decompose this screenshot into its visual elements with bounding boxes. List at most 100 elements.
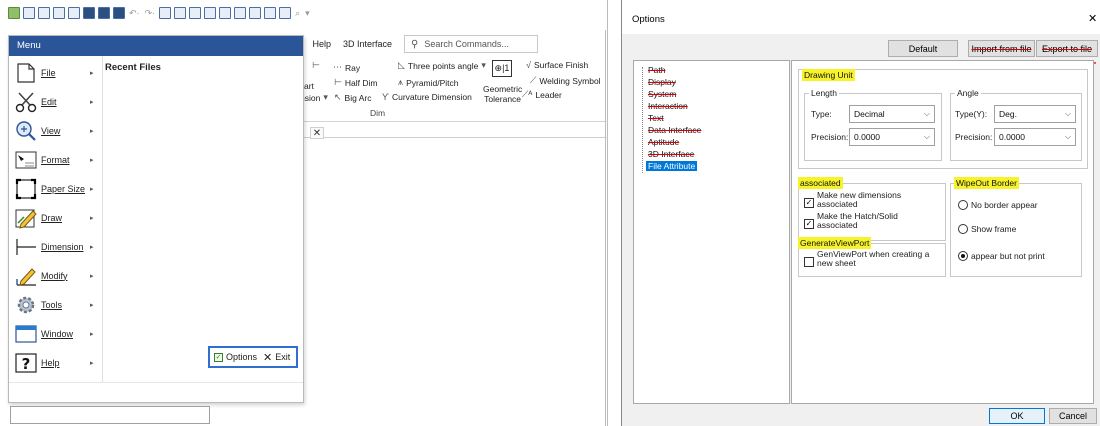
search-placeholder: Search Commands... bbox=[424, 39, 509, 49]
menu-item-tools[interactable]: Tools ▸ bbox=[9, 290, 103, 319]
paste-icon[interactable] bbox=[234, 7, 247, 19]
chevron-down-icon: ⌵ bbox=[923, 132, 930, 141]
tree-item-display[interactable]: Display bbox=[648, 77, 676, 87]
length-precision-select[interactable]: 0.0000 ⌵ bbox=[849, 128, 935, 146]
qat-dropdown-icon[interactable]: ▾ bbox=[304, 8, 311, 19]
welding-symbol-button[interactable]: ⟋ Welding Symbol bbox=[530, 75, 601, 86]
lines-icon[interactable] bbox=[204, 7, 217, 19]
show-frame-radio[interactable] bbox=[958, 224, 968, 234]
ribbon-partial-label-2[interactable]: nsion ▾ bbox=[300, 92, 328, 103]
export-label: Export to file bbox=[1041, 43, 1093, 54]
leader-button[interactable]: ⟋ᴬ Leader bbox=[522, 89, 562, 100]
ok-button[interactable]: OK bbox=[989, 408, 1045, 424]
half-dim-button[interactable]: ⊢ Half Dim bbox=[334, 77, 377, 88]
surface-finish-button[interactable]: √ Surface Finish bbox=[526, 60, 588, 70]
menu-item-view[interactable]: View ▸ bbox=[9, 116, 103, 145]
modify-icon bbox=[15, 265, 37, 287]
no-border-radio[interactable] bbox=[958, 200, 968, 210]
menu-items: File ▸ Edit ▸ View ▸ Format ▸ Paper Size… bbox=[9, 56, 103, 382]
menu-item-edit[interactable]: Edit ▸ bbox=[9, 87, 103, 116]
search-tool-icon[interactable]: ⌕ bbox=[294, 8, 301, 19]
curvature-dimension-button[interactable]: ϒ Curvature Dimension bbox=[382, 92, 472, 102]
tree-item-file-attribute[interactable]: File Attribute bbox=[646, 161, 698, 171]
chevron-right-icon: ▸ bbox=[90, 69, 94, 77]
tree-item-system[interactable]: System bbox=[648, 89, 676, 99]
zoom-view-icon bbox=[15, 120, 37, 142]
layers-icon[interactable] bbox=[189, 7, 202, 19]
pyramid-pitch-button[interactable]: ⩚ Pyramid/Pitch bbox=[398, 77, 459, 88]
menu-item-window[interactable]: Window ▸ bbox=[9, 319, 103, 348]
menu-item-modify[interactable]: Modify ▸ bbox=[9, 261, 103, 290]
import-from-file-button[interactable]: Import from file bbox=[968, 40, 1035, 57]
appear-not-print-label: appear but not print bbox=[971, 251, 1045, 261]
open-icon[interactable] bbox=[38, 7, 50, 19]
chevron-down-icon: ▾ bbox=[323, 92, 328, 102]
command-input[interactable] bbox=[10, 406, 210, 424]
chevron-down-icon: ⌵ bbox=[923, 109, 930, 118]
export-to-file-button[interactable]: Export to file bbox=[1036, 40, 1098, 57]
tree-item-3d-interface[interactable]: 3D Interface bbox=[648, 149, 694, 159]
save-icon[interactable] bbox=[83, 7, 95, 19]
grid-icon[interactable] bbox=[279, 7, 292, 19]
tree-item-text[interactable]: Text bbox=[648, 113, 664, 123]
menu-item-file[interactable]: File ▸ bbox=[9, 58, 103, 87]
appear-not-print-radio[interactable] bbox=[958, 251, 968, 261]
angle-precision-label: Precision: bbox=[955, 132, 993, 142]
folder-icon[interactable] bbox=[68, 7, 80, 19]
tree-item-aptitude[interactable]: Aptitude bbox=[648, 137, 679, 147]
big-arc-icon: ↖ bbox=[334, 92, 342, 102]
pyramid-pitch-label: Pyramid/Pitch bbox=[406, 77, 459, 88]
surface-finish-icon: √ bbox=[526, 60, 531, 70]
big-arc-label: Big Arc bbox=[344, 92, 372, 103]
geometric-tolerance-icon[interactable]: ⊕|1 bbox=[492, 60, 512, 77]
chevron-right-icon: ▸ bbox=[90, 127, 94, 135]
big-arc-button[interactable]: ↖ Big Arc bbox=[334, 92, 371, 103]
tab-help[interactable]: Help bbox=[313, 39, 332, 49]
three-points-angle-button[interactable]: ◺ Three points angle ▾ bbox=[398, 60, 486, 71]
copy-icon[interactable] bbox=[219, 7, 232, 19]
menu-item-help[interactable]: ? Help ▸ bbox=[9, 348, 103, 377]
menu-item-label: Window bbox=[41, 328, 74, 339]
length-type-select[interactable]: Decimal ⌵ bbox=[849, 105, 935, 123]
associated-hatch-checkbox[interactable]: ✓ bbox=[804, 219, 814, 229]
print-icon[interactable] bbox=[113, 7, 125, 19]
close-file-icon[interactable] bbox=[53, 7, 65, 19]
menu-item-label: Format bbox=[41, 154, 70, 165]
vertical-divider bbox=[605, 30, 606, 426]
new-icon[interactable] bbox=[23, 7, 35, 19]
redo-icon[interactable]: ↷· bbox=[144, 8, 157, 19]
block-icon[interactable] bbox=[249, 7, 262, 19]
default-button[interactable]: Default bbox=[888, 40, 958, 57]
menu-item-dimension[interactable]: Dimension ▸ bbox=[9, 232, 103, 261]
angle-type-select[interactable]: Deg. ⌵ bbox=[994, 105, 1076, 123]
close-icon[interactable]: ✕ bbox=[1088, 12, 1097, 25]
menu-item-paper-size[interactable]: Paper Size ▸ bbox=[9, 174, 103, 203]
edit-icon[interactable] bbox=[174, 7, 187, 19]
length-title: Length bbox=[809, 88, 839, 98]
tree-item-data-interface[interactable]: Data Interface bbox=[648, 125, 701, 135]
tab-3d-interface[interactable]: 3D Interface bbox=[343, 39, 392, 49]
ray-button[interactable]: ⋯ Ray bbox=[333, 62, 360, 73]
cancel-button[interactable]: Cancel bbox=[1049, 408, 1097, 424]
table-icon[interactable] bbox=[264, 7, 277, 19]
exit-button[interactable]: ✕ Exit bbox=[263, 351, 290, 364]
dialog-title: Options bbox=[632, 14, 665, 25]
app-logo-icon[interactable] bbox=[8, 7, 20, 19]
genviewport-checkbox[interactable] bbox=[804, 257, 814, 267]
check-icon[interactable] bbox=[159, 7, 172, 19]
tree-item-interaction[interactable]: Interaction bbox=[648, 101, 688, 111]
ribbon-tabs: v Help 3D Interface ⚲ Search Commands... bbox=[296, 34, 539, 54]
associated-dimensions-checkbox[interactable]: ✓ bbox=[804, 198, 814, 208]
close-icon: ✕ bbox=[263, 351, 273, 364]
angle-precision-select[interactable]: 0.0000 ⌵ bbox=[994, 128, 1076, 146]
menu-item-format[interactable]: Format ▸ bbox=[9, 145, 103, 174]
tree-item-path[interactable]: Path bbox=[648, 65, 666, 75]
saveas-icon[interactable] bbox=[98, 7, 110, 19]
close-icon[interactable]: ✕ bbox=[310, 127, 324, 139]
undo-icon[interactable]: ↶· bbox=[128, 8, 141, 19]
search-commands-input[interactable]: ⚲ Search Commands... bbox=[404, 35, 539, 53]
menu-item-draw[interactable]: Draw ▸ bbox=[9, 203, 103, 232]
options-button[interactable]: ✓ Options bbox=[214, 352, 257, 362]
surface-finish-label: Surface Finish bbox=[533, 60, 589, 70]
geometric-tolerance-button[interactable]: Geometric Tolerance bbox=[483, 84, 522, 104]
